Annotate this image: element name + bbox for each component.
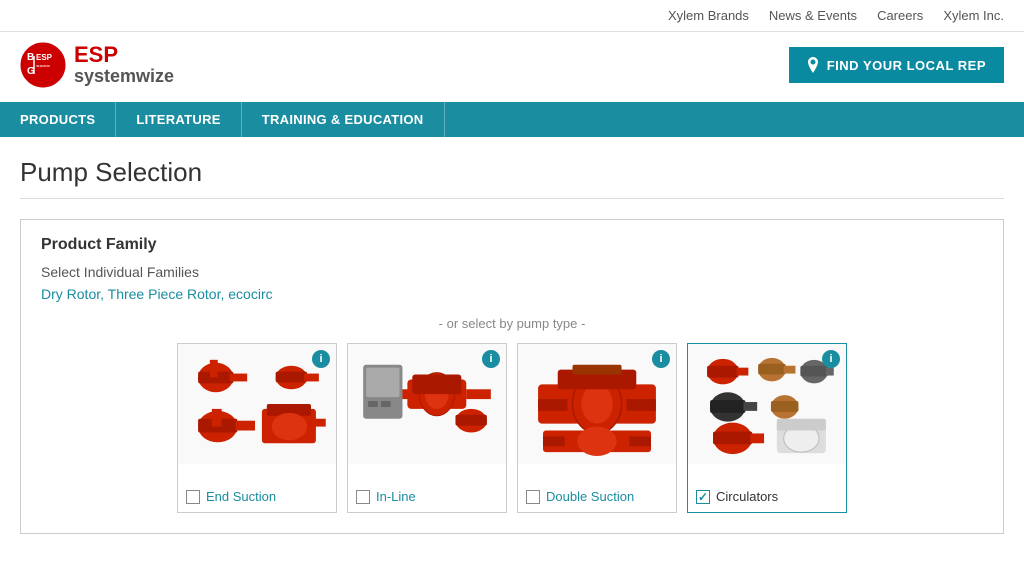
xylem-brands-link[interactable]: Xylem Brands xyxy=(668,8,749,23)
page-divider xyxy=(20,198,1004,199)
logo: B ESP ==== G ESP systemwize xyxy=(20,42,174,88)
pump-card-in-line-footer: In-Line xyxy=(348,481,506,512)
logo-icon: B ESP ==== G xyxy=(20,42,66,88)
find-rep-button[interactable]: FIND YOUR LOCAL REP xyxy=(789,47,1004,83)
product-family-section: Product Family Select Individual Familie… xyxy=(20,219,1004,534)
svg-text:ESP: ESP xyxy=(36,53,53,62)
pump-card-end-suction[interactable]: i xyxy=(177,343,337,513)
checkmark-icon: ✓ xyxy=(698,490,708,504)
main-nav: PRODUCTS LITERATURE TRAINING & EDUCATION xyxy=(0,102,1024,137)
families-link[interactable]: Dry Rotor, Three Piece Rotor, ecocirc xyxy=(41,286,273,302)
pump-card-end-suction-footer: End Suction xyxy=(178,481,336,512)
xylem-inc-link[interactable]: Xylem Inc. xyxy=(943,8,1004,23)
pump-card-double-suction[interactable]: i xyxy=(517,343,677,513)
in-line-label[interactable]: In-Line xyxy=(376,489,416,504)
circulators-checkbox[interactable]: ✓ xyxy=(696,490,710,504)
circulators-label[interactable]: Circulators xyxy=(716,489,778,504)
info-icon-end-suction[interactable]: i xyxy=(312,350,330,368)
nav-products[interactable]: PRODUCTS xyxy=(0,102,116,137)
info-icon-double-suction[interactable]: i xyxy=(652,350,670,368)
svg-text:G: G xyxy=(27,66,35,77)
end-suction-label[interactable]: End Suction xyxy=(206,489,276,504)
page-content: Pump Selection Product Family Select Ind… xyxy=(0,137,1024,534)
pump-card-circulators-image: i xyxy=(688,344,846,464)
nav-literature[interactable]: LITERATURE xyxy=(116,102,241,137)
pump-card-double-suction-image: i xyxy=(518,344,676,464)
page-title: Pump Selection xyxy=(20,157,1004,188)
pump-card-circulators[interactable]: i xyxy=(687,343,847,513)
select-families-label: Select Individual Families xyxy=(41,264,983,280)
news-events-link[interactable]: News & Events xyxy=(769,8,857,23)
logo-text: ESP systemwize xyxy=(74,43,174,87)
double-suction-label[interactable]: Double Suction xyxy=(546,489,634,504)
svg-text:====: ==== xyxy=(36,64,51,70)
pump-card-in-line-image: i xyxy=(348,344,506,464)
pump-cards: i xyxy=(41,343,983,513)
info-icon-in-line[interactable]: i xyxy=(482,350,500,368)
top-bar-links: Xylem Brands News & Events Careers Xylem… xyxy=(668,8,1004,23)
product-family-title: Product Family xyxy=(41,236,983,254)
nav-training[interactable]: TRAINING & EDUCATION xyxy=(242,102,445,137)
end-suction-checkbox[interactable] xyxy=(186,490,200,504)
double-suction-checkbox[interactable] xyxy=(526,490,540,504)
logo-esp-text: ESP xyxy=(74,43,174,67)
in-line-checkbox[interactable] xyxy=(356,490,370,504)
pump-card-end-suction-image: i xyxy=(178,344,336,464)
pump-card-double-suction-footer: Double Suction xyxy=(518,481,676,512)
pump-card-circulators-footer: ✓ Circulators xyxy=(688,481,846,512)
info-icon-circulators[interactable]: i xyxy=(822,350,840,368)
svg-text:B: B xyxy=(27,52,34,63)
or-select-text: - or select by pump type - xyxy=(41,316,983,331)
careers-link[interactable]: Careers xyxy=(877,8,923,23)
pump-card-in-line[interactable]: i xyxy=(347,343,507,513)
logo-systemwize-text: systemwize xyxy=(74,67,174,87)
top-bar: Xylem Brands News & Events Careers Xylem… xyxy=(0,0,1024,32)
location-pin-icon xyxy=(807,57,819,73)
header: B ESP ==== G ESP systemwize FIND YOUR LO… xyxy=(0,32,1024,102)
